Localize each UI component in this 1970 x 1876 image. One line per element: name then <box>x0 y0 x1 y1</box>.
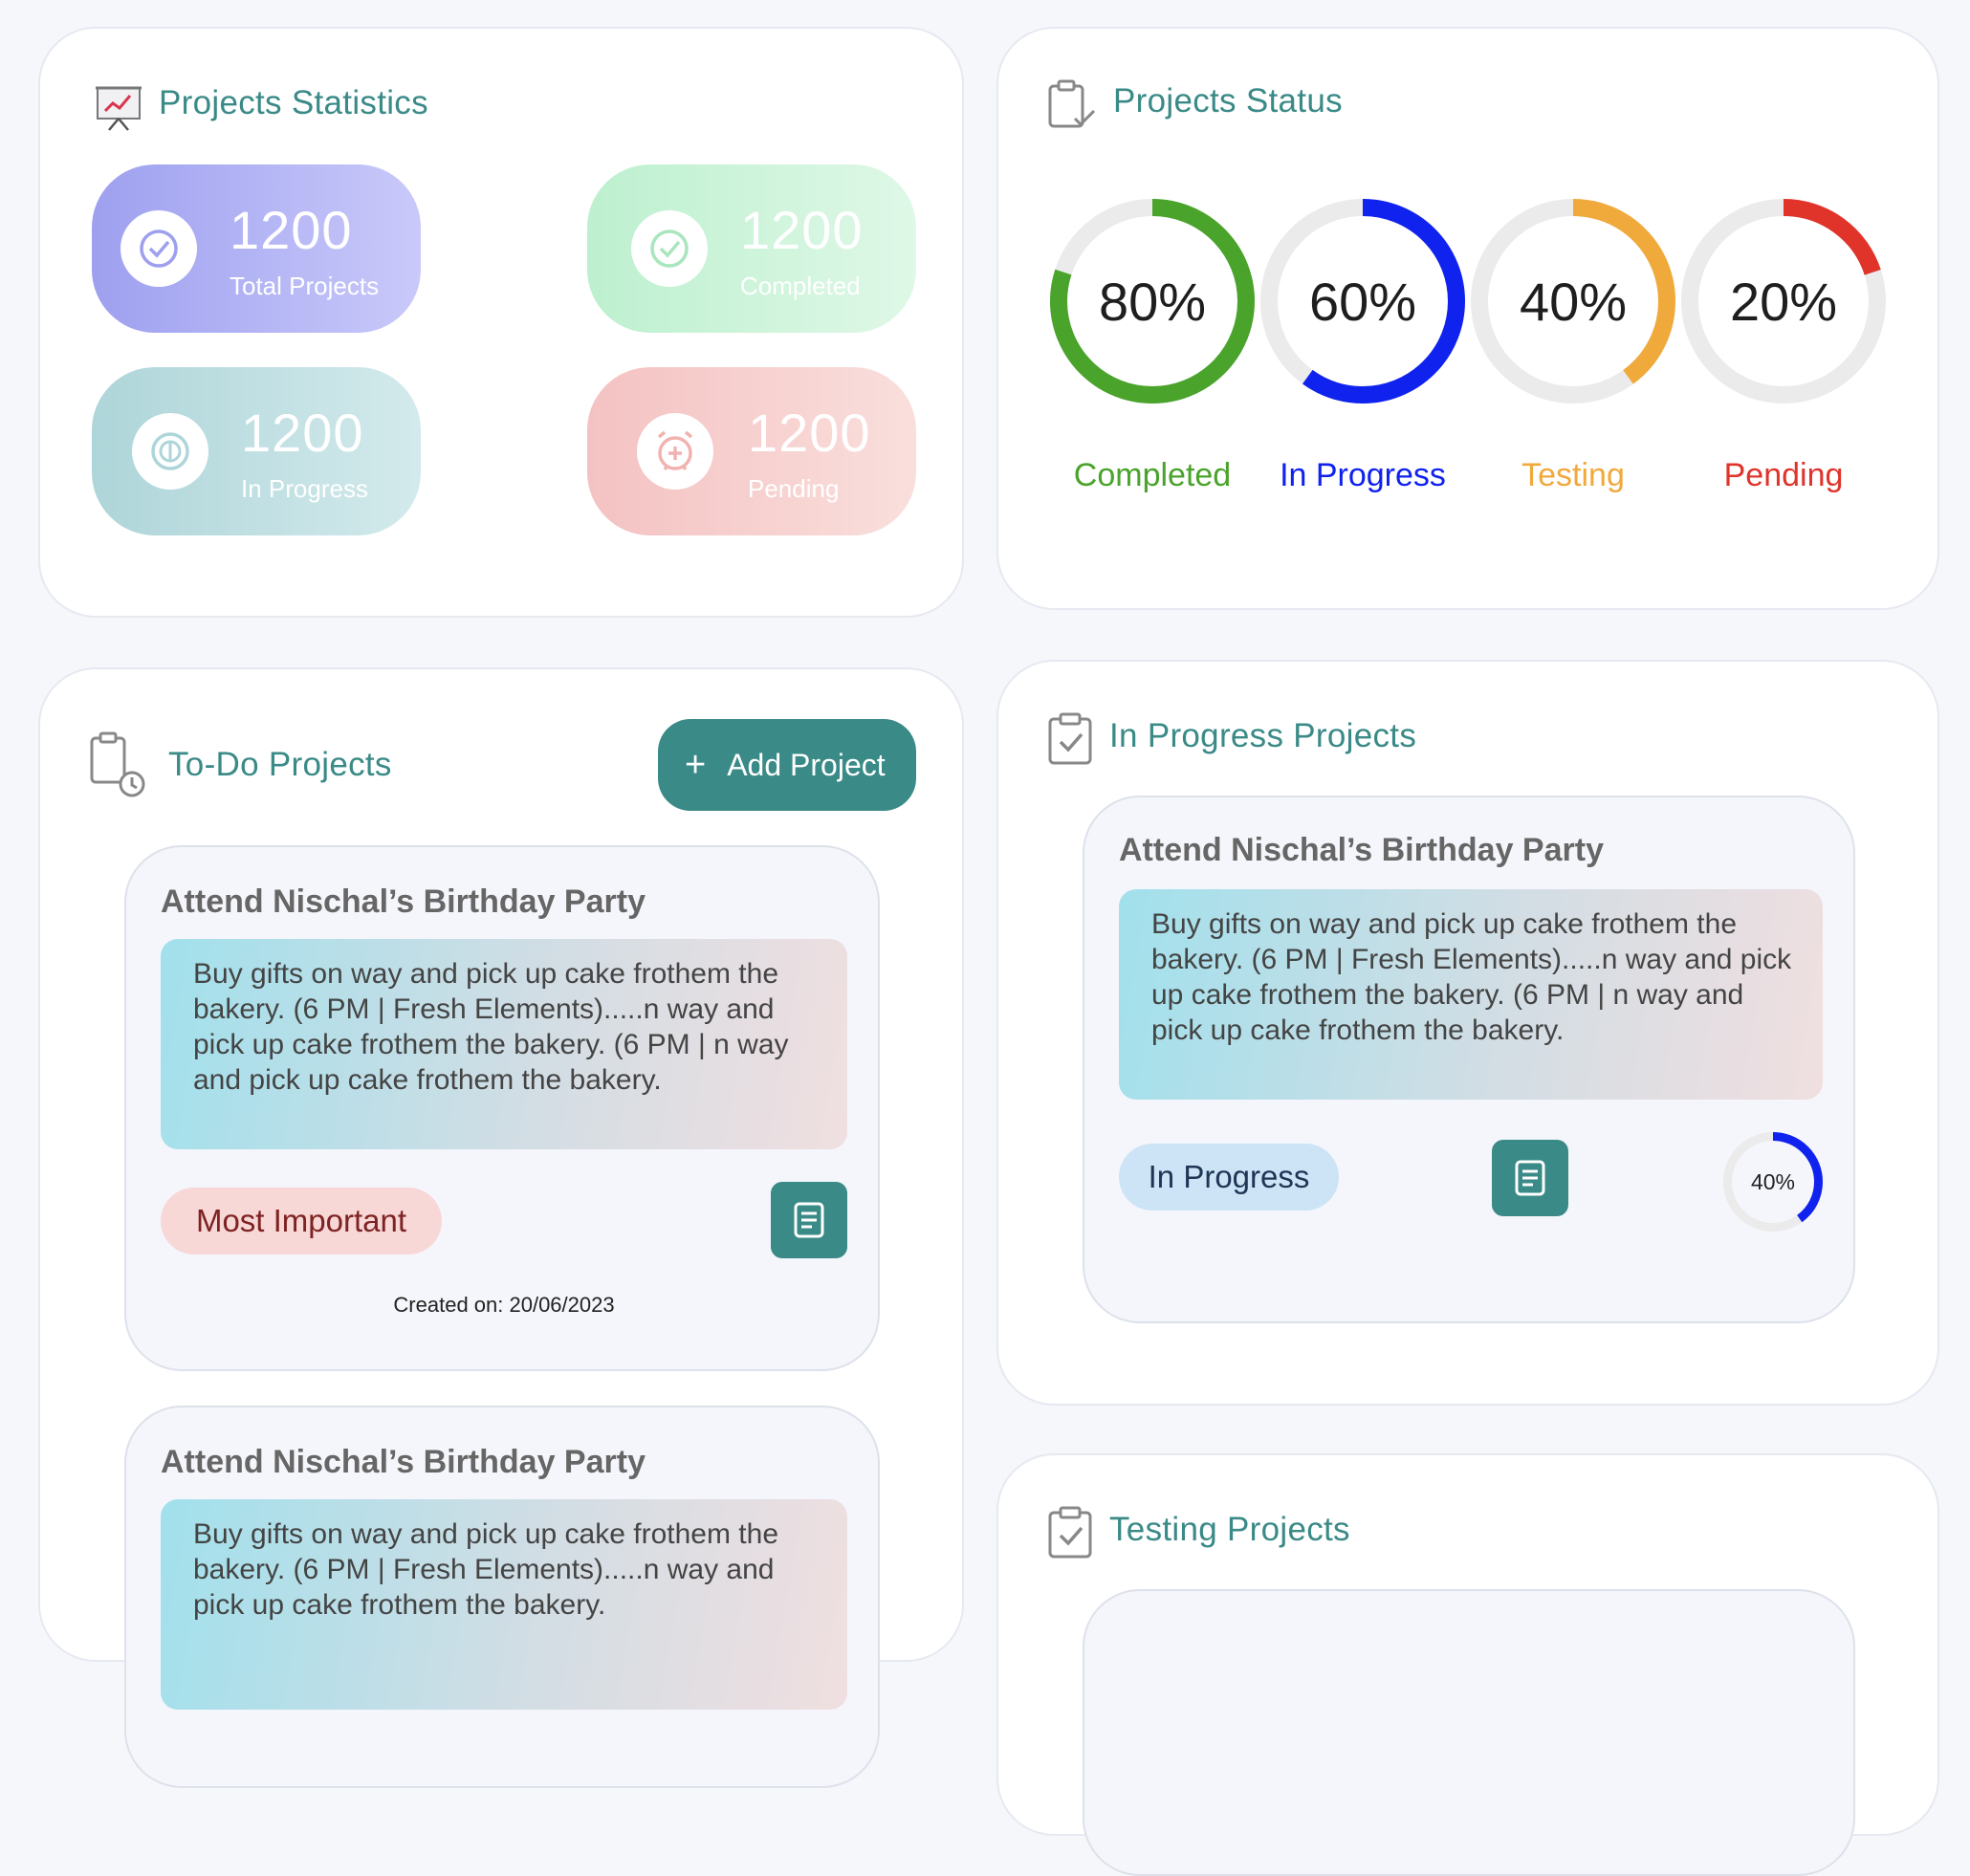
card-title: Projects Status <box>1113 82 1343 120</box>
plus-icon: + <box>685 745 707 785</box>
document-icon <box>1515 1160 1545 1196</box>
priority-tag: Most Important <box>161 1188 442 1254</box>
check-circle-icon <box>631 210 708 287</box>
projects-statistics-card: Projects Statistics 1200 Total Projects … <box>38 27 964 618</box>
project-title: Attend Nischal’s Birthday Party <box>161 883 646 920</box>
stat-value: 1200 <box>748 403 871 463</box>
status-tag: In Progress <box>1119 1144 1339 1211</box>
add-project-label: Add Project <box>727 747 886 782</box>
stat-pending[interactable]: 1200 Pending <box>587 367 916 535</box>
donut-label-pending: Pending <box>1723 457 1844 493</box>
stat-label: Pending <box>748 474 840 503</box>
todo-project-item[interactable]: Attend Nischal’s Birthday Party Buy gift… <box>124 845 880 1371</box>
projects-status-card: Projects Status 80% 60% 40% 20% Complete… <box>996 27 1939 610</box>
card-title: To-Do Projects <box>168 746 392 783</box>
donut-completed: 80% <box>1050 199 1255 404</box>
stat-value: 1200 <box>241 403 364 463</box>
todo-projects-card: To-Do Projects + Add Project Attend Nisc… <box>38 667 964 1788</box>
progress-percent: 40% <box>1750 1168 1796 1194</box>
half-circle-progress-icon <box>132 413 208 490</box>
card-title: In Progress Projects <box>1109 717 1417 754</box>
stat-value: 1200 <box>740 200 864 260</box>
clipboard-check-icon <box>1046 711 1096 772</box>
donut-label-completed: Completed <box>1073 457 1232 493</box>
document-icon <box>794 1202 824 1238</box>
document-button[interactable] <box>1492 1140 1568 1216</box>
project-description: Buy gifts on way and pick up cake frothe… <box>1119 889 1823 1100</box>
donut-label-in-progress: In Progress <box>1280 457 1446 493</box>
testing-projects-card: Testing Projects <box>996 1453 1939 1876</box>
stat-label: Completed <box>740 272 861 300</box>
progress-ring: 40% <box>1723 1132 1823 1232</box>
donut-percent: 40% <box>1519 271 1628 332</box>
donut-label-testing: Testing <box>1521 457 1625 493</box>
project-description: Buy gifts on way and pick up cake frothe… <box>161 939 847 1149</box>
project-description: Buy gifts on way and pick up cake frothe… <box>161 1499 847 1710</box>
donut-testing: 40% <box>1471 199 1675 404</box>
todo-project-item[interactable]: Attend Nischal’s Birthday Party Buy gift… <box>124 1406 880 1788</box>
clipboard-clock-icon <box>88 731 147 804</box>
stat-in-progress[interactable]: 1200 In Progress <box>92 367 421 535</box>
testing-project-item[interactable] <box>1083 1589 1855 1876</box>
donut-percent: 80% <box>1098 271 1207 332</box>
stat-completed[interactable]: 1200 Completed <box>587 164 916 333</box>
check-circle-icon <box>120 210 197 287</box>
card-title: Testing Projects <box>1109 1511 1350 1548</box>
project-title: Attend Nischal’s Birthday Party <box>1119 832 1604 868</box>
donut-pending: 20% <box>1681 199 1886 404</box>
in-progress-projects-card: In Progress Projects Attend Nischal’s Bi… <box>996 660 1939 1406</box>
stat-value: 1200 <box>230 200 353 260</box>
document-button[interactable] <box>771 1182 847 1258</box>
presentation-chart-icon <box>94 82 143 137</box>
donut-percent: 20% <box>1729 271 1838 332</box>
clipboard-check-icon <box>1046 78 1098 135</box>
donut-in-progress: 60% <box>1260 199 1465 404</box>
donut-percent: 60% <box>1308 271 1417 332</box>
in-progress-project-item[interactable]: Attend Nischal’s Birthday Party Buy gift… <box>1083 796 1855 1323</box>
created-date: Created on: 20/06/2023 <box>393 1293 615 1317</box>
stat-label: Total Projects <box>230 272 380 300</box>
clipboard-check-icon <box>1046 1505 1096 1565</box>
stat-label: In Progress <box>241 474 368 503</box>
add-project-button[interactable]: + Add Project <box>658 719 916 811</box>
card-title: Projects Statistics <box>159 84 428 121</box>
stat-total-projects[interactable]: 1200 Total Projects <box>92 164 421 333</box>
alarm-clock-icon <box>637 413 713 490</box>
project-title: Attend Nischal’s Birthday Party <box>161 1444 646 1480</box>
